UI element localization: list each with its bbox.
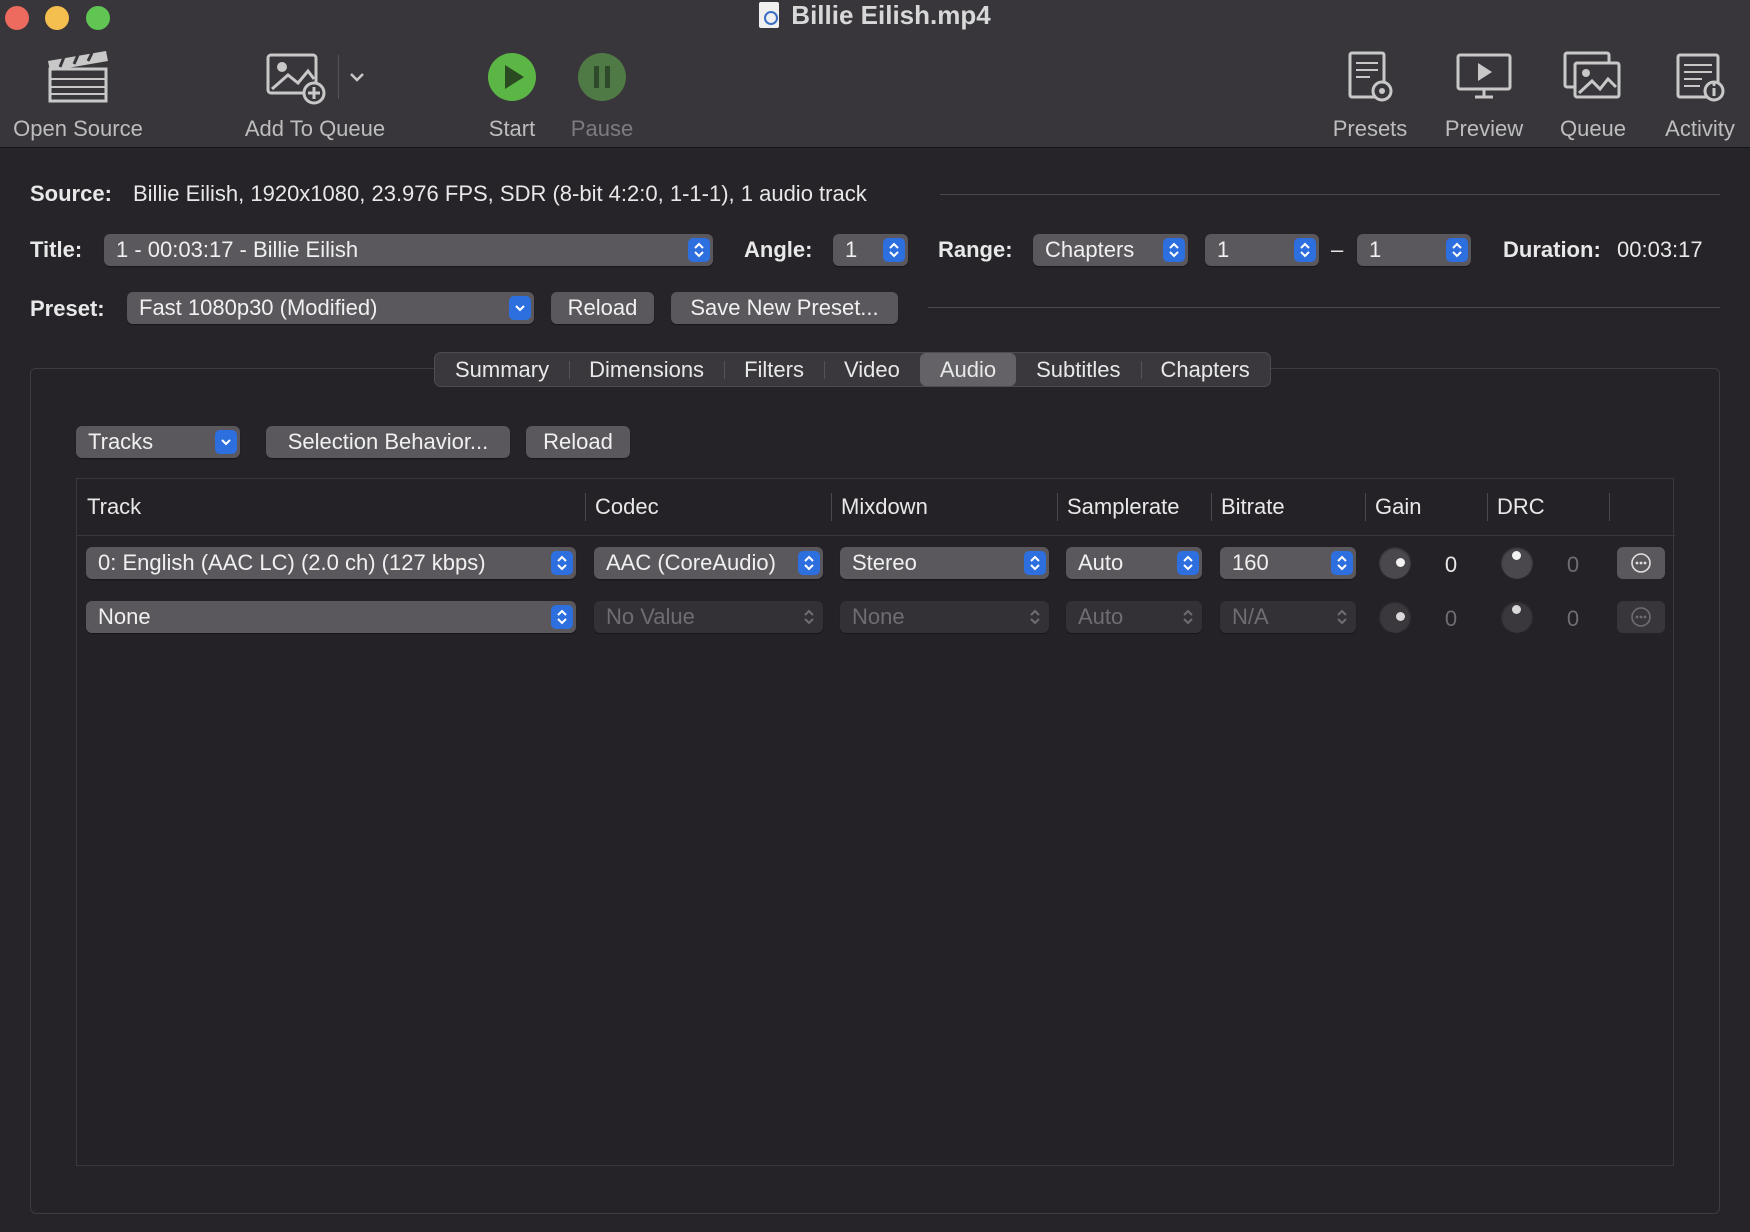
column-header-gain[interactable]: Gain — [1365, 479, 1421, 535]
add-image-icon — [266, 53, 326, 105]
more-options-button[interactable] — [1617, 601, 1665, 633]
preview-monitor-icon — [1436, 42, 1532, 112]
up-down-chevron-icon — [551, 605, 573, 629]
up-down-chevron-icon — [1177, 605, 1199, 629]
tab-audio[interactable]: Audio — [919, 353, 1017, 386]
activity-button[interactable]: Activity — [1654, 42, 1746, 142]
drc-knob[interactable] — [1501, 601, 1533, 633]
activity-log-icon — [1654, 42, 1746, 112]
tab-chapters[interactable]: Chapters — [1140, 353, 1270, 386]
drc-value: 0 — [1566, 606, 1580, 631]
gain-knob[interactable] — [1379, 547, 1411, 579]
mixdown-popup[interactable]: None — [840, 601, 1049, 633]
column-header-bitrate[interactable]: Bitrate — [1211, 479, 1285, 535]
queue-images-icon — [1548, 42, 1638, 112]
angle-label: Angle: — [744, 237, 813, 262]
tab-summary[interactable]: Summary — [435, 353, 569, 386]
preset-popup[interactable]: Fast 1080p30 (Modified) — [127, 292, 534, 324]
samplerate-popup[interactable]: Auto — [1066, 601, 1202, 633]
up-down-chevron-icon — [1331, 605, 1353, 629]
up-down-chevron-icon — [1446, 238, 1468, 262]
toolbar: Billie Eilish.mp4 Open Source Add To Que… — [0, 0, 1750, 148]
column-header-samplerate[interactable]: Samplerate — [1057, 479, 1180, 535]
codec-popup[interactable]: AAC (CoreAudio) — [594, 547, 823, 579]
range-start-popup[interactable]: 1 — [1205, 234, 1319, 266]
duration-value: 00:03:17 — [1617, 237, 1703, 262]
audio-tracks-table: Track Codec Mixdown Samplerate Bitrate G… — [76, 478, 1675, 1166]
tab-dimensions[interactable]: Dimensions — [569, 353, 724, 386]
up-down-chevron-icon — [1163, 238, 1185, 262]
bitrate-popup[interactable]: 160 — [1220, 547, 1356, 579]
duration-label: Duration: — [1503, 237, 1601, 262]
up-down-chevron-icon — [1177, 551, 1199, 575]
presets-icon — [1322, 42, 1418, 112]
samplerate-popup[interactable]: Auto — [1066, 547, 1202, 579]
mixdown-popup[interactable]: Stereo — [840, 547, 1049, 579]
tracks-popup[interactable]: Tracks — [76, 426, 240, 458]
audio-reload-button[interactable]: Reload — [526, 426, 630, 458]
column-header-mixdown[interactable]: Mixdown — [831, 479, 928, 535]
preview-button[interactable]: Preview — [1436, 42, 1532, 142]
window-title: Billie Eilish.mp4 — [0, 0, 1750, 30]
tab-video[interactable]: Video — [823, 353, 920, 386]
queue-button[interactable]: Queue — [1548, 42, 1638, 142]
open-source-button[interactable]: Open Source — [8, 42, 148, 142]
column-header-track[interactable]: Track — [77, 479, 141, 535]
chevron-down-icon — [509, 296, 531, 320]
pause-icon — [562, 42, 642, 112]
ellipsis-circle-icon — [1631, 607, 1651, 627]
drc-knob[interactable] — [1501, 547, 1533, 579]
range-dash: – — [1331, 237, 1344, 262]
up-down-chevron-icon — [798, 551, 820, 575]
drc-value: 0 — [1566, 552, 1580, 577]
up-down-chevron-icon — [1024, 551, 1046, 575]
presets-button[interactable]: Presets — [1322, 42, 1418, 142]
source-info: Billie Eilish, 1920x1080, 23.976 FPS, SD… — [133, 181, 867, 206]
column-header-codec[interactable]: Codec — [585, 479, 659, 535]
up-down-chevron-icon — [1294, 238, 1316, 262]
preset-separator — [928, 307, 1720, 308]
track-source-popup[interactable]: 0: English (AAC LC) (2.0 ch) (127 kbps) — [86, 547, 576, 579]
chevron-down-icon[interactable] — [349, 71, 365, 83]
range-mode-popup[interactable]: Chapters — [1033, 234, 1188, 266]
source-label: Source: — [30, 181, 112, 206]
track-source-popup[interactable]: None — [86, 601, 576, 633]
more-options-button[interactable] — [1617, 547, 1665, 579]
up-down-chevron-icon — [1024, 605, 1046, 629]
title-label: Title: — [30, 237, 83, 262]
title-popup[interactable]: 1 - 00:03:17 - Billie Eilish — [104, 234, 713, 266]
pause-button[interactable]: Pause — [562, 42, 642, 142]
up-down-chevron-icon — [551, 551, 573, 575]
selection-behavior-button[interactable]: Selection Behavior... — [266, 426, 510, 458]
clapperboard-icon — [8, 42, 148, 112]
range-label: Range: — [938, 237, 1013, 262]
play-icon — [474, 42, 550, 112]
document-icon — [759, 2, 780, 28]
codec-popup[interactable]: No Value — [594, 601, 823, 633]
up-down-chevron-icon — [688, 238, 710, 262]
range-end-popup[interactable]: 1 — [1357, 234, 1471, 266]
save-new-preset-button[interactable]: Save New Preset... — [671, 292, 898, 324]
source-separator — [940, 194, 1720, 195]
preset-label: Preset: — [30, 296, 105, 321]
up-down-chevron-icon — [1331, 551, 1353, 575]
add-to-queue-button[interactable]: Add To Queue — [240, 42, 390, 142]
gain-value: 0 — [1444, 606, 1458, 631]
tab-filters[interactable]: Filters — [724, 353, 824, 386]
preset-reload-button[interactable]: Reload — [551, 292, 654, 324]
gain-value: 0 — [1444, 552, 1458, 577]
gain-knob[interactable] — [1379, 601, 1411, 633]
chevron-down-icon — [215, 430, 237, 454]
up-down-chevron-icon — [883, 238, 905, 262]
tab-subtitles[interactable]: Subtitles — [1016, 353, 1140, 386]
tab-bar: Summary Dimensions Filters Video Audio Subtit… — [434, 352, 1271, 387]
bitrate-popup[interactable]: N/A — [1220, 601, 1356, 633]
ellipsis-circle-icon — [1631, 553, 1651, 573]
column-header-drc[interactable]: DRC — [1487, 479, 1545, 535]
up-down-chevron-icon — [798, 605, 820, 629]
start-button[interactable]: Start — [474, 42, 550, 142]
angle-popup[interactable]: 1 — [833, 234, 908, 266]
